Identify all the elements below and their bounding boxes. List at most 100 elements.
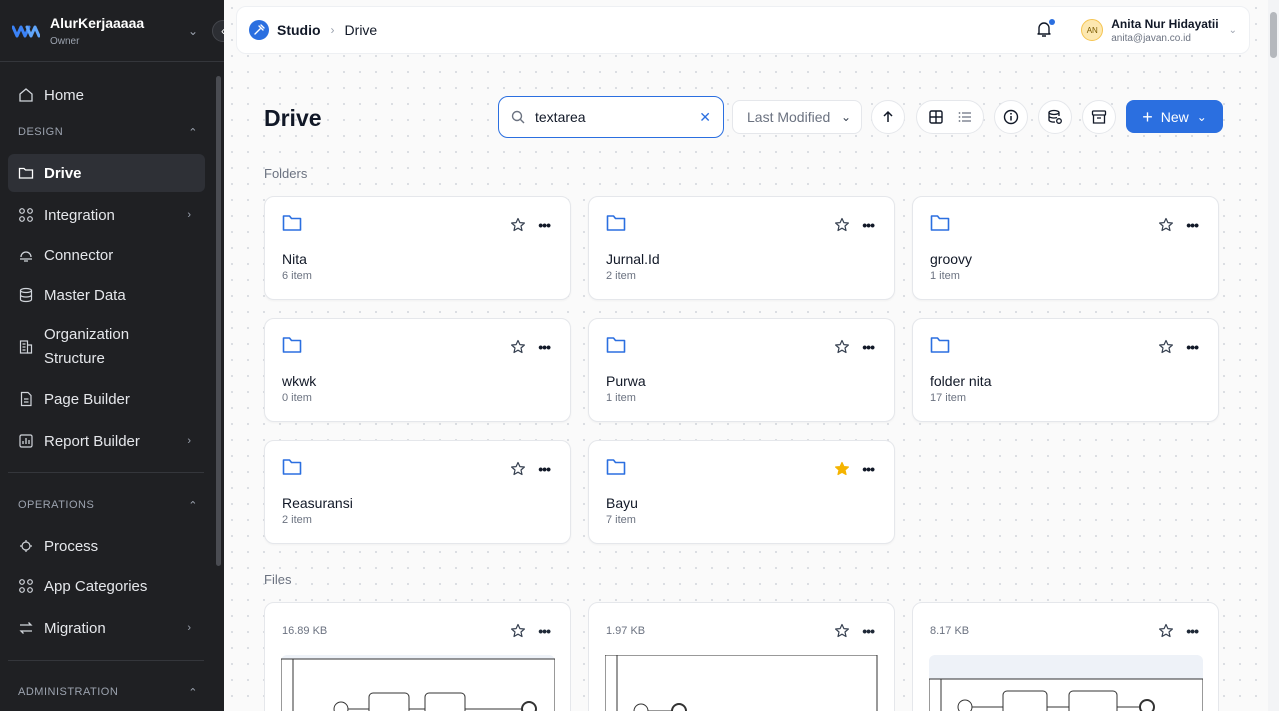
star-icon[interactable] xyxy=(510,461,526,477)
connector-icon xyxy=(18,247,34,263)
divider xyxy=(8,660,204,661)
folder-icon xyxy=(606,337,626,353)
star-icon[interactable] xyxy=(834,623,850,639)
sidebar: AlurKerjaaaaa Owner ⌄ ‹ Home DESIGN ⌃ Dr… xyxy=(0,0,224,711)
star-icon[interactable] xyxy=(510,339,526,355)
chevron-right-icon: › xyxy=(187,435,191,447)
notification-button[interactable] xyxy=(1035,19,1056,40)
sidebar-item-home[interactable]: Home xyxy=(8,82,205,108)
section-design[interactable]: DESIGN ⌃ xyxy=(18,126,198,139)
sidebar-item-process[interactable]: Process xyxy=(8,533,205,559)
page-scrollbar[interactable] xyxy=(1268,0,1279,711)
section-operations[interactable]: OPERATIONS ⌃ xyxy=(18,499,198,512)
user-name: Anita Nur Hidayatii xyxy=(1111,16,1219,31)
sort-direction-button[interactable] xyxy=(871,100,905,134)
file-size: 8.17 KB xyxy=(930,625,970,637)
more-options-icon[interactable]: ••• xyxy=(1186,217,1199,233)
star-filled-icon[interactable] xyxy=(834,461,850,477)
file-thumbnail xyxy=(605,655,879,711)
sidebar-item-drive[interactable]: Drive xyxy=(8,154,205,192)
folder-card[interactable]: ••• wkwk 0 item xyxy=(264,318,571,422)
more-options-icon[interactable]: ••• xyxy=(538,461,551,477)
clear-search-icon[interactable]: ✕ xyxy=(699,109,711,126)
file-card[interactable]: 1.97 KB ••• xyxy=(588,602,895,711)
storage-settings-button[interactable] xyxy=(1038,100,1072,134)
folder-icon xyxy=(606,215,626,231)
folder-card[interactable]: ••• folder nita 17 item xyxy=(912,318,1219,422)
sidebar-item-label: Master Data xyxy=(44,286,126,304)
grid-view-button[interactable] xyxy=(928,110,943,124)
file-card[interactable]: 16.89 KB ••• xyxy=(264,602,571,711)
org-switcher[interactable]: AlurKerjaaaaa Owner ⌄ xyxy=(0,0,224,62)
migration-icon xyxy=(18,620,34,636)
search-box[interactable]: ✕ xyxy=(498,96,724,138)
more-options-icon[interactable]: ••• xyxy=(862,461,875,477)
more-options-icon[interactable]: ••• xyxy=(1186,623,1199,639)
sidebar-item-label: Page Builder xyxy=(44,390,130,408)
chevron-right-icon: › xyxy=(187,622,191,634)
folder-card[interactable]: ••• Reasuransi 2 item xyxy=(264,440,571,544)
folders-heading: Folders xyxy=(264,166,308,181)
folder-card[interactable]: ••• Jurnal.Id 2 item xyxy=(588,196,895,300)
section-administration[interactable]: ADMINISTRATION ⌃ xyxy=(18,686,198,699)
bpmn-diagram-preview xyxy=(605,655,878,711)
folder-card[interactable]: ••• groovy 1 item xyxy=(912,196,1219,300)
folder-item-count: 17 item xyxy=(930,392,967,404)
breadcrumb-studio[interactable]: Studio xyxy=(277,22,321,38)
chevron-up-icon: ⌃ xyxy=(188,687,198,699)
new-button[interactable]: + New ⌄ xyxy=(1126,100,1223,133)
folder-icon xyxy=(930,337,950,353)
star-icon[interactable] xyxy=(1158,339,1174,355)
sort-select-value: Last Modified xyxy=(747,109,831,125)
sidebar-scrollbar[interactable] xyxy=(216,76,221,566)
sidebar-item-label: Drive xyxy=(44,164,82,182)
sidebar-item-label: Report Builder xyxy=(44,432,140,450)
sidebar-item-label: Migration xyxy=(44,619,106,637)
folder-card[interactable]: ••• Nita 6 item xyxy=(264,196,571,300)
folder-card[interactable]: ••• Bayu 7 item xyxy=(588,440,895,544)
more-options-icon[interactable]: ••• xyxy=(862,339,875,355)
sidebar-item-migration[interactable]: Migration › xyxy=(8,615,205,641)
sidebar-item-integration[interactable]: Integration › xyxy=(8,202,205,228)
user-menu[interactable]: AN Anita Nur Hidayatii anita@javan.co.id… xyxy=(1073,12,1249,48)
app-logo-icon xyxy=(12,25,40,37)
grid-icon xyxy=(18,578,34,594)
info-button[interactable] xyxy=(994,100,1028,134)
org-role: Owner xyxy=(50,35,80,47)
sidebar-item-master-data[interactable]: Master Data xyxy=(8,282,205,308)
sidebar-item-connector[interactable]: Connector xyxy=(8,242,205,268)
chevron-down-icon[interactable]: ⌄ xyxy=(188,24,198,38)
more-options-icon[interactable]: ••• xyxy=(538,339,551,355)
more-options-icon[interactable]: ••• xyxy=(538,623,551,639)
sidebar-item-page-builder[interactable]: Page Builder xyxy=(8,386,205,412)
sidebar-item-organization-structure[interactable]: Organization Structure xyxy=(8,322,205,372)
star-icon[interactable] xyxy=(510,217,526,233)
star-icon[interactable] xyxy=(834,217,850,233)
more-options-icon[interactable]: ••• xyxy=(862,623,875,639)
more-options-icon[interactable]: ••• xyxy=(1186,339,1199,355)
archive-button[interactable] xyxy=(1082,100,1116,134)
breadcrumb: Studio › Drive xyxy=(249,20,377,40)
file-card[interactable]: 8.17 KB ••• xyxy=(912,602,1219,711)
scrollbar-thumb[interactable] xyxy=(1270,12,1277,58)
folder-icon xyxy=(282,337,302,353)
more-options-icon[interactable]: ••• xyxy=(538,217,551,233)
section-label: OPERATIONS xyxy=(18,499,95,511)
building-icon xyxy=(18,339,34,355)
database-icon xyxy=(18,287,34,303)
star-icon[interactable] xyxy=(834,339,850,355)
sidebar-item-app-categories[interactable]: App Categories xyxy=(8,573,205,599)
star-icon[interactable] xyxy=(510,623,526,639)
list-view-button[interactable] xyxy=(958,110,972,124)
main-content: Drive ✕ Last Modified ⌄ + New ⌄ Folders xyxy=(224,0,1268,711)
search-input[interactable] xyxy=(535,109,685,125)
folder-icon xyxy=(18,165,34,181)
sidebar-item-report-builder[interactable]: Report Builder › xyxy=(8,428,205,454)
notification-dot xyxy=(1049,19,1056,25)
star-icon[interactable] xyxy=(1158,217,1174,233)
more-options-icon[interactable]: ••• xyxy=(862,217,875,233)
folder-item-count: 0 item xyxy=(282,392,312,404)
sort-select[interactable]: Last Modified ⌄ xyxy=(732,100,862,134)
star-icon[interactable] xyxy=(1158,623,1174,639)
folder-card[interactable]: ••• Purwa 1 item xyxy=(588,318,895,422)
